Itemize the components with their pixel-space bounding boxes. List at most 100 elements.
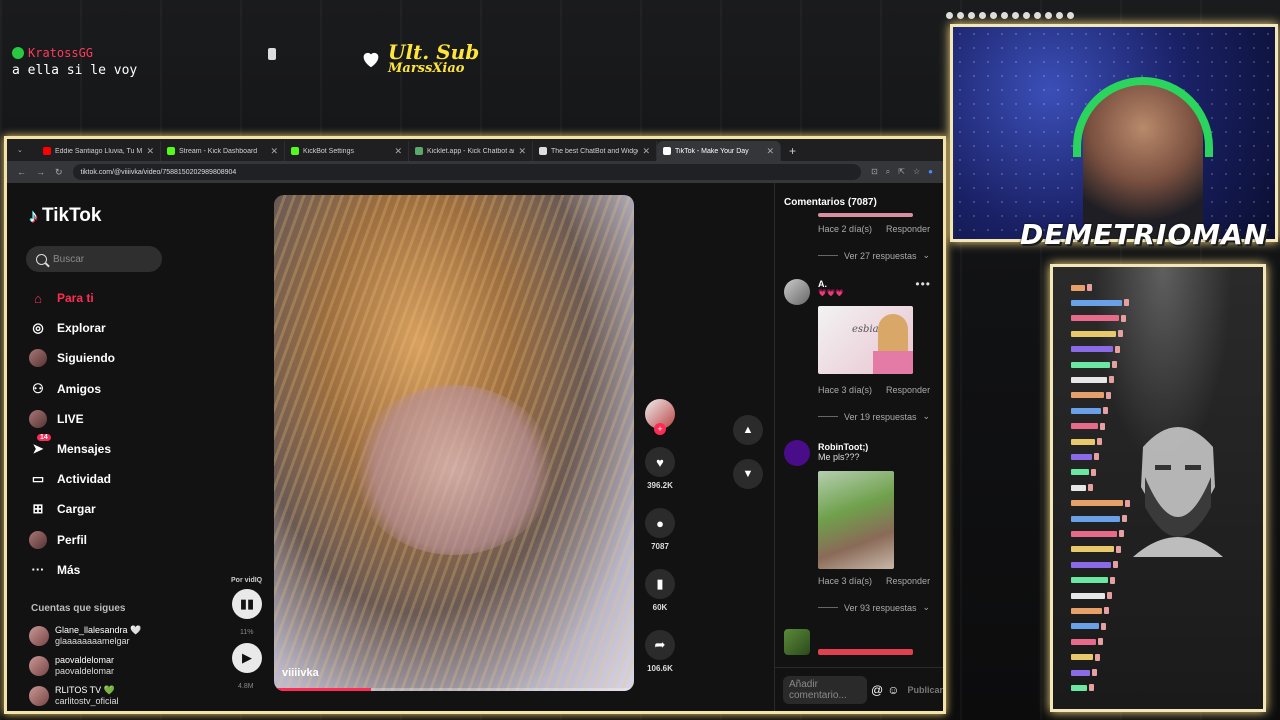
comment-sticker-image xyxy=(818,213,913,217)
friends-icon: ⚇ xyxy=(32,380,44,396)
view-replies-link[interactable]: Ver 93 respuestas ⌄ xyxy=(818,602,930,613)
creator-avatar[interactable]: + xyxy=(645,399,675,435)
share-action[interactable]: ➦ 106.6K xyxy=(641,630,679,673)
view-replies-link[interactable]: Ver 27 respuestas ⌄ xyxy=(818,250,930,261)
tab-close-icon[interactable]: ✕ xyxy=(146,146,154,157)
vidiq-stats-button[interactable]: ▮▮ xyxy=(232,589,262,619)
tab-search-icon[interactable]: ⌄ xyxy=(17,146,23,154)
reply-link[interactable]: Responder xyxy=(886,224,930,234)
tab-favicon-icon xyxy=(43,147,51,155)
sidebar-item-explorar[interactable]: ◎ Explorar xyxy=(29,313,169,343)
search-input[interactable]: Buscar xyxy=(26,246,162,272)
sidebar-item-actividad[interactable]: ▭ Actividad xyxy=(29,464,169,494)
tab-close-icon[interactable]: ✕ xyxy=(394,146,402,157)
sidebar-item-m-s[interactable]: ··· Más xyxy=(29,555,169,585)
video-author[interactable]: viiiivka xyxy=(282,667,319,679)
tab-close-icon[interactable]: ✕ xyxy=(642,146,650,157)
chat-line xyxy=(1071,668,1097,677)
sidebar-item-siguiendo[interactable]: Siguiendo xyxy=(29,343,169,373)
following-item[interactable]: RLITOS TV 💚 carlitostv_oficial xyxy=(29,681,141,711)
comment-icon[interactable]: ● xyxy=(645,508,675,538)
sidebar-item-perfil[interactable]: Perfil xyxy=(29,525,169,555)
chat-line xyxy=(1071,360,1117,369)
tab-favicon-icon xyxy=(291,147,299,155)
sidebar-item-label: Perfil xyxy=(57,532,88,547)
views-count: 4.8M xyxy=(238,683,254,690)
overlay-chat-username: KratossGG xyxy=(28,46,94,60)
like-action[interactable]: ♥ 396.2K xyxy=(641,447,679,490)
view-replies-text: Ver 27 respuestas xyxy=(844,250,917,261)
new-tab-button[interactable]: + xyxy=(789,144,796,158)
sidebar-item-label: Mensajes xyxy=(57,442,112,457)
share-arrow-icon[interactable]: ➦ xyxy=(645,630,675,660)
commenter-name[interactable]: RobinToot;) xyxy=(818,442,868,452)
tab-5[interactable]: The best ChatBot and Widgets ✕ xyxy=(533,141,657,161)
sidebar-item-mensajes[interactable]: ➤ 14 Mensajes xyxy=(29,434,169,464)
tab-label: TikTok - Make Your Day xyxy=(675,147,749,155)
reload-icon[interactable]: ↻ xyxy=(55,167,63,178)
tab-2[interactable]: Stream - Kick Dashboard ✕ xyxy=(161,141,285,161)
save-action[interactable]: ▮ 60K xyxy=(641,569,679,612)
zoom-icon[interactable]: ⌕ xyxy=(886,167,890,177)
previous-video-button[interactable]: ▲ xyxy=(733,415,763,445)
vidiq-percent: 11% xyxy=(240,629,254,636)
url-input[interactable]: tiktok.com/@viiiivka/video/7588150202989… xyxy=(72,164,862,180)
comment-time: Hace 3 día(s) xyxy=(818,576,873,586)
chat-line xyxy=(1071,529,1124,538)
video-progress-bar[interactable] xyxy=(274,688,634,691)
translate-icon[interactable]: ⊡ xyxy=(871,167,878,177)
tab-close-icon[interactable]: ✕ xyxy=(518,146,526,157)
commenter-avatar[interactable] xyxy=(784,629,810,655)
emoji-icon[interactable]: ☺ xyxy=(887,683,899,697)
chat-line xyxy=(1071,653,1100,662)
reply-link[interactable]: Responder xyxy=(886,576,930,586)
heart-icon[interactable]: ♥ xyxy=(645,447,675,477)
publish-button[interactable]: Publicar xyxy=(907,685,943,695)
avatar xyxy=(29,686,49,706)
tiktok-logo[interactable]: ♪ TikTok xyxy=(29,205,101,227)
more-options-icon[interactable]: ••• xyxy=(915,277,931,291)
back-icon[interactable]: ← xyxy=(17,167,26,177)
share-icon[interactable]: ⇱ xyxy=(898,167,905,177)
sidebar-item-amigos[interactable]: ⚇ Amigos xyxy=(29,374,169,404)
video-player[interactable]: viiiivka xyxy=(274,195,634,691)
commenter-name[interactable]: A. xyxy=(818,279,844,289)
sidebar-item-label: Explorar xyxy=(57,321,106,336)
sidebar-item-live[interactable]: LIVE xyxy=(29,404,169,434)
commenter-avatar[interactable] xyxy=(784,440,810,466)
view-replies-link[interactable]: Ver 19 respuestas ⌄ xyxy=(818,411,930,422)
tab-6[interactable]: TikTok - Make Your Day ✕ xyxy=(657,141,781,161)
tab-close-icon[interactable]: ✕ xyxy=(270,146,278,157)
stream-chat-panel xyxy=(1050,264,1266,712)
play-button[interactable]: ▶ xyxy=(232,643,262,673)
follow-plus-icon[interactable]: + xyxy=(654,423,666,435)
sidebar-item-cargar[interactable]: ⊞ Cargar xyxy=(29,494,169,524)
tab-close-icon[interactable]: ✕ xyxy=(766,146,774,157)
mascot-logo-icon xyxy=(1133,427,1223,557)
comment-item: RobinToot;) Me pls??? xyxy=(818,442,868,462)
tab-1[interactable]: Eddie Santiago Lluvia, Tu Me H✕ xyxy=(37,141,161,161)
mention-icon[interactable]: @ xyxy=(871,683,883,697)
extension-icon[interactable]: ● xyxy=(928,167,933,177)
reply-link[interactable]: Responder xyxy=(886,385,930,395)
tab-3[interactable]: KickBot Settings ✕ xyxy=(285,141,409,161)
chat-line xyxy=(1071,375,1114,384)
sidebar-item-para-ti[interactable]: ⌂ Para ti xyxy=(29,283,169,313)
tab-4[interactable]: Kicklet.app - Kick Chatbot and ✕ xyxy=(409,141,533,161)
commenter-avatar[interactable] xyxy=(784,279,810,305)
following-item[interactable]: Glane_llalesandra 🤍 glaaaaaaaamelgar xyxy=(29,621,141,651)
tab-favicon-icon xyxy=(539,147,547,155)
tab-favicon-icon xyxy=(663,147,671,155)
forward-icon[interactable]: → xyxy=(36,167,45,177)
tab-label: The best ChatBot and Widgets xyxy=(551,147,639,155)
chevron-down-icon: ⌄ xyxy=(922,250,931,260)
bookmark-star-icon[interactable]: ☆ xyxy=(913,167,920,177)
sidebar-nav: ⌂ Para ti ◎ Explorar Siguiendo ⚇ Amigos LIVE ➤ 14… xyxy=(29,283,169,585)
bookmark-icon[interactable]: ▮ xyxy=(645,569,675,599)
following-item[interactable]: paovaldelomar paovaldelomar xyxy=(29,651,141,681)
comment-sticker-image xyxy=(818,471,894,569)
comment-input[interactable]: Añadir comentario... xyxy=(783,675,868,704)
next-video-button[interactable]: ▼ xyxy=(733,459,763,489)
sidebar-item-label: Actividad xyxy=(57,472,112,487)
comment-action[interactable]: ● 7087 xyxy=(641,508,679,551)
